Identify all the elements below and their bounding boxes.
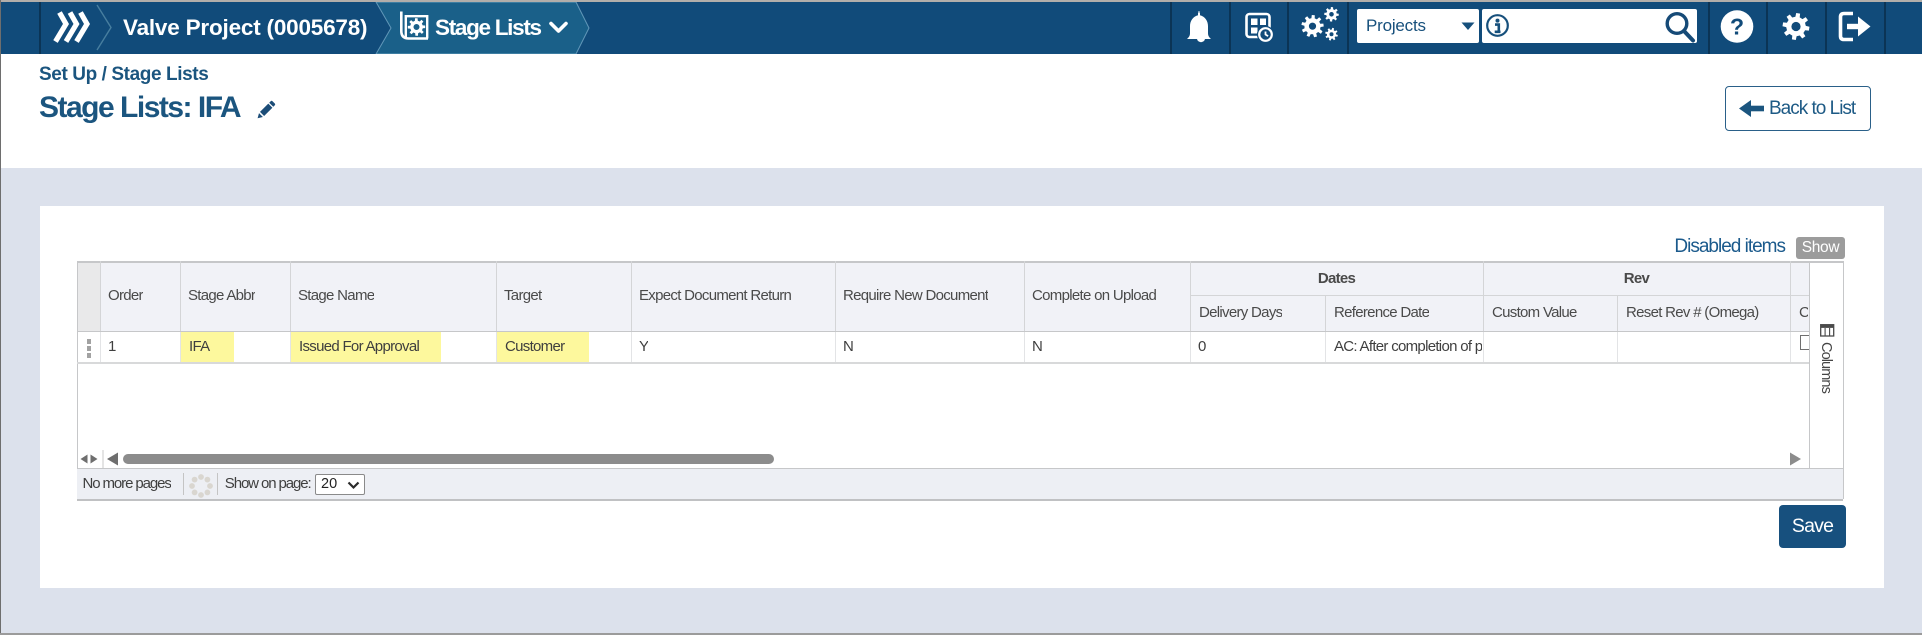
svg-text:?: ? xyxy=(1730,14,1744,40)
